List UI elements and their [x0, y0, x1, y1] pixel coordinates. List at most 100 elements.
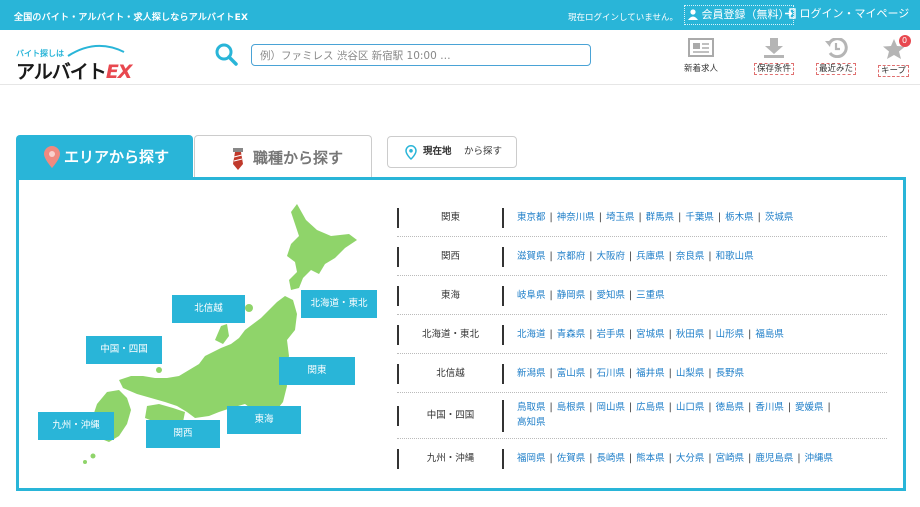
current-location-suffix: から探す: [464, 146, 503, 157]
prefecture-link[interactable]: 埼玉県: [606, 212, 635, 223]
prefecture-link[interactable]: 北海道: [517, 329, 546, 340]
prefecture-link[interactable]: 三重県: [636, 290, 665, 301]
prefecture-link[interactable]: 石川県: [596, 368, 625, 379]
separator: |: [668, 402, 672, 413]
separator: |: [708, 250, 712, 262]
new-jobs-button[interactable]: 新着求人: [684, 38, 718, 74]
map-region-chugoku-shikoku[interactable]: 中国・四国: [86, 336, 162, 364]
prefecture-list: 岐阜県 | 静岡県 | 愛知県 | 三重県: [502, 285, 887, 306]
download-icon: [764, 38, 784, 58]
prefecture-link[interactable]: 福島県: [755, 329, 784, 340]
map-region-tokai[interactable]: 東海: [227, 406, 301, 434]
register-label: 会員登録（無料）: [701, 8, 790, 21]
search-icon[interactable]: [214, 42, 238, 66]
prefecture-link[interactable]: 静岡県: [557, 290, 586, 301]
keep-button[interactable]: 0 キープ: [878, 35, 911, 77]
prefecture-link[interactable]: 長野県: [716, 368, 745, 379]
login-icon: [785, 8, 796, 19]
prefecture-link[interactable]: 茨城県: [765, 212, 794, 223]
prefecture-link[interactable]: 栃木県: [725, 212, 754, 223]
prefecture-link[interactable]: 富山県: [557, 368, 586, 379]
prefecture-link[interactable]: 千葉県: [685, 212, 714, 223]
prefecture-link[interactable]: 大阪府: [596, 251, 625, 262]
login-status: 現在ログインしていません。: [568, 13, 678, 23]
map-region-kanto[interactable]: 関東: [279, 357, 355, 385]
map-region-kansai[interactable]: 関西: [146, 420, 220, 448]
separator: |: [549, 367, 553, 379]
prefecture-link[interactable]: 島根県: [557, 402, 586, 413]
login-link[interactable]: ログイン・マイページ: [785, 5, 909, 23]
top-bar: 全国のバイト・アルバイト・求人探しならアルバイトEX 現在ログインしていません。…: [0, 0, 920, 30]
separator: |: [549, 211, 553, 223]
site-tagline: 全国のバイト・アルバイト・求人探しならアルバイトEX: [14, 13, 249, 23]
prefecture-list: 鳥取県 | 島根県 | 岡山県 | 広島県 | 山口県 | 徳島県 | 香川県 | 愛媛県 | 高知県: [502, 400, 887, 432]
search-input[interactable]: 例）ファミレス 渋谷区 新宿駅 10:00 …: [251, 44, 591, 66]
prefecture-link[interactable]: 高知県: [517, 417, 546, 428]
prefecture-link[interactable]: 群馬県: [646, 212, 675, 223]
prefecture-link[interactable]: 青森県: [557, 329, 586, 340]
prefecture-link[interactable]: 福井県: [636, 368, 665, 379]
current-location-button[interactable]: 現在地 から探す: [387, 136, 517, 168]
prefecture-link[interactable]: 宮城県: [636, 329, 665, 340]
prefecture-link[interactable]: 山口県: [676, 402, 705, 413]
site-logo[interactable]: バイト探しは アルバイトEX: [14, 40, 134, 83]
separator: |: [589, 367, 593, 379]
tab-job-search[interactable]: 職種から探す: [194, 135, 372, 179]
region-row: 関東 東京都 | 神奈川県 | 埼玉県 | 群馬県 | 千葉県 | 栃木県 | 茨城県: [397, 198, 887, 237]
recently-viewed-button[interactable]: 最近みた: [816, 37, 857, 75]
prefecture-link[interactable]: 愛媛県: [795, 402, 824, 413]
prefecture-link[interactable]: 長崎県: [596, 453, 625, 464]
prefecture-link[interactable]: 香川県: [755, 402, 784, 413]
separator: |: [589, 250, 593, 262]
prefecture-link[interactable]: 鹿児島県: [755, 453, 793, 464]
prefecture-link[interactable]: 神奈川県: [557, 212, 595, 223]
separator: |: [549, 328, 553, 340]
separator: |: [589, 289, 593, 301]
prefecture-link[interactable]: 秋田県: [676, 329, 705, 340]
separator: |: [668, 250, 672, 262]
region-name: 関東: [397, 207, 502, 228]
separator: |: [827, 402, 831, 413]
separator: |: [628, 452, 633, 464]
prefecture-link[interactable]: 岩手県: [596, 329, 625, 340]
separator: |: [668, 452, 672, 464]
prefecture-link[interactable]: 岐阜県: [517, 290, 546, 301]
saved-conditions-button[interactable]: 保存条件: [754, 38, 795, 75]
prefecture-link[interactable]: 鳥取県: [517, 402, 546, 413]
region-name: 東海: [397, 285, 502, 306]
prefecture-list: 東京都 | 神奈川県 | 埼玉県 | 群馬県 | 千葉県 | 栃木県 | 茨城県: [502, 207, 887, 228]
prefecture-link[interactable]: 兵庫県: [636, 251, 665, 262]
prefecture-link[interactable]: 和歌山県: [716, 251, 754, 262]
prefecture-link[interactable]: 東京都: [517, 212, 546, 223]
map-region-hokkaido-tohoku[interactable]: 北海道・東北: [301, 290, 377, 318]
prefecture-link[interactable]: 愛知県: [596, 290, 625, 301]
separator: |: [628, 402, 633, 413]
prefecture-link[interactable]: 沖縄県: [805, 453, 834, 464]
prefecture-link[interactable]: 熊本県: [636, 453, 665, 464]
prefecture-link[interactable]: 岡山県: [596, 402, 625, 413]
prefecture-list: 福岡県 | 佐賀県 | 長崎県 | 熊本県 | 大分県 | 宮崎県 | 鹿児島県 | 沖縄県: [502, 448, 887, 469]
prefecture-link[interactable]: 京都府: [557, 251, 586, 262]
prefecture-list: 北海道 | 青森県 | 岩手県 | 宮城県 | 秋田県 | 山形県 | 福島県: [502, 324, 887, 345]
prefecture-link[interactable]: 福岡県: [517, 453, 546, 464]
prefecture-link[interactable]: 滋賀県: [517, 251, 546, 262]
prefecture-link[interactable]: 徳島県: [716, 402, 745, 413]
user-icon: [688, 9, 698, 20]
prefecture-link[interactable]: 奈良県: [676, 251, 705, 262]
separator: |: [708, 402, 712, 413]
prefecture-link[interactable]: 広島県: [636, 402, 665, 413]
prefecture-link[interactable]: 佐賀県: [557, 453, 586, 464]
tab-area-search[interactable]: エリアから探す: [16, 135, 193, 179]
prefecture-link[interactable]: 山形県: [716, 329, 745, 340]
prefecture-link[interactable]: 大分県: [676, 453, 705, 464]
prefecture-link[interactable]: 新潟県: [517, 368, 546, 379]
newspaper-icon: [688, 38, 714, 57]
recently-viewed-label: 最近みた: [816, 63, 857, 75]
region-row: 東海 岐阜県 | 静岡県 | 愛知県 | 三重県: [397, 276, 887, 315]
register-link[interactable]: 会員登録（無料）: [684, 5, 794, 25]
map-region-hokushinetsu[interactable]: 北信越: [172, 295, 245, 323]
prefecture-link[interactable]: 山梨県: [676, 368, 705, 379]
separator: |: [598, 211, 602, 223]
prefecture-link[interactable]: 宮崎県: [716, 453, 745, 464]
map-region-kyushu-okinawa[interactable]: 九州・沖縄: [38, 412, 114, 440]
